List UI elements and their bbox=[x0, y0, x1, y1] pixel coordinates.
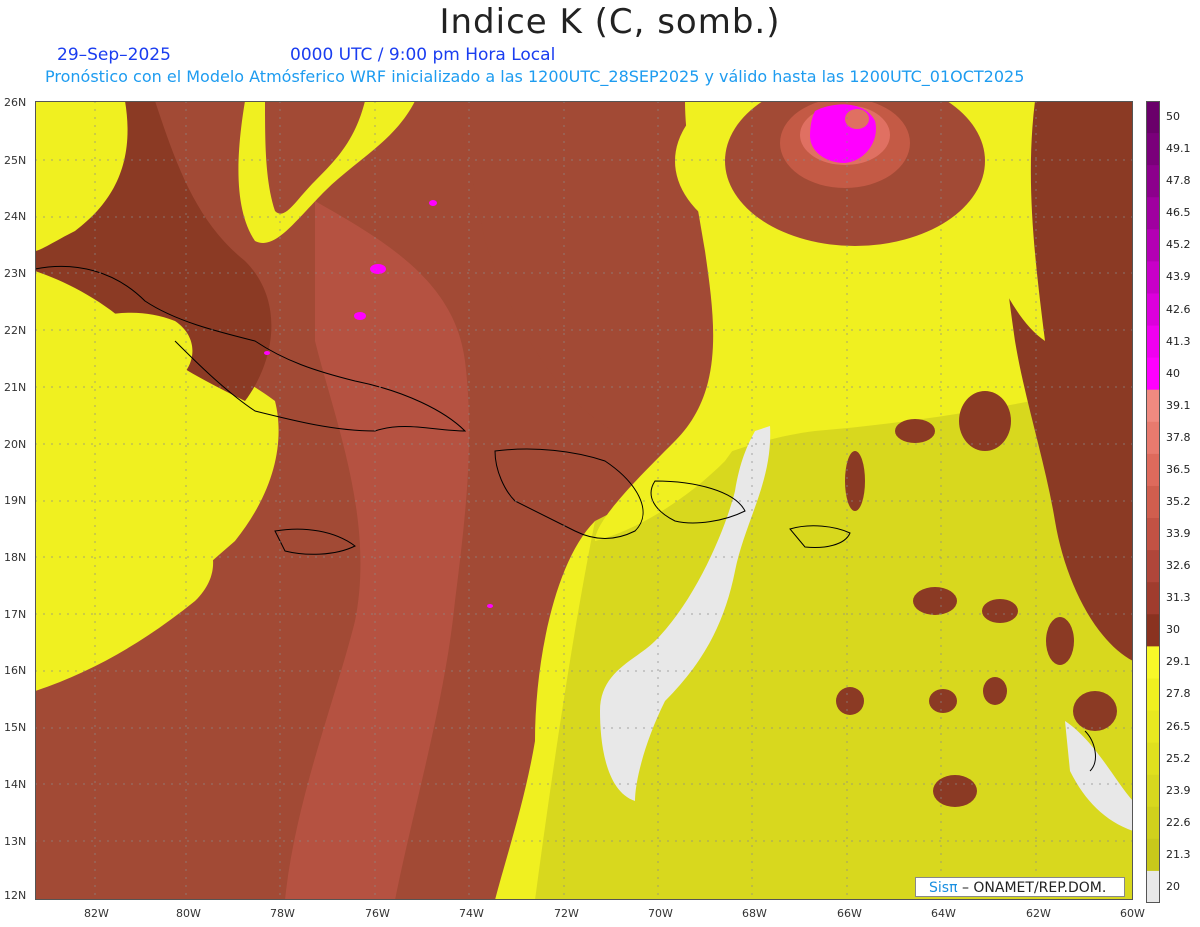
colorbar-label: 30 bbox=[1166, 623, 1180, 637]
lat-label: 25N bbox=[4, 154, 27, 167]
lat-label: 19N bbox=[4, 494, 27, 507]
colorbar-label: 23.9 bbox=[1166, 783, 1191, 797]
colorbar-swatch bbox=[1146, 453, 1160, 487]
colorbar-swatch bbox=[1146, 485, 1160, 519]
colorbar-label: 47.8 bbox=[1166, 174, 1191, 188]
lat-label: 12N bbox=[4, 889, 27, 902]
lat-label: 15N bbox=[4, 721, 27, 734]
lon-label: 66W bbox=[837, 907, 862, 920]
credit-text: – ONAMET/REP.DOM. bbox=[961, 880, 1107, 896]
colorbar-swatch bbox=[1146, 229, 1160, 262]
lon-label: 62W bbox=[1026, 907, 1051, 920]
colorbar-swatch bbox=[1146, 838, 1160, 872]
colorbar-swatch bbox=[1146, 197, 1160, 230]
hurricane-eye bbox=[845, 109, 869, 129]
lat-label: 24N bbox=[4, 210, 27, 223]
lat-label: 13N bbox=[4, 835, 27, 848]
colorbar-label: 37.8 bbox=[1166, 430, 1191, 444]
lon-label: 80W bbox=[176, 907, 201, 920]
colorbar-swatch bbox=[1146, 357, 1160, 391]
lat-label: 14N bbox=[4, 778, 27, 791]
colorbar-swatch bbox=[1146, 646, 1160, 679]
colorbar-swatch bbox=[1146, 101, 1160, 134]
colorbar-label: 22.6 bbox=[1166, 815, 1191, 829]
colorbar-swatch bbox=[1146, 421, 1160, 455]
lat-label: 26N bbox=[4, 96, 27, 109]
colorbar-label: 42.6 bbox=[1166, 302, 1191, 316]
k-index-map bbox=[35, 101, 1133, 900]
colorbar-label: 43.9 bbox=[1166, 270, 1191, 284]
colorbar-label: 27.8 bbox=[1166, 687, 1191, 701]
model-subtitle: Pronóstico con el Modelo Atmósferico WRF… bbox=[45, 67, 1025, 86]
colorbar-swatch bbox=[1146, 678, 1160, 712]
lon-label: 64W bbox=[931, 907, 956, 920]
colorbar bbox=[1146, 101, 1160, 903]
colorbar-swatch bbox=[1146, 614, 1160, 647]
lat-label: 20N bbox=[4, 438, 27, 451]
forecast-time: 0000 UTC / 9:00 pm Hora Local bbox=[290, 45, 556, 65]
colorbar-swatch bbox=[1146, 261, 1160, 294]
lat-label: 22N bbox=[4, 324, 27, 337]
colorbar-swatch bbox=[1146, 550, 1160, 583]
lat-label: 18N bbox=[4, 551, 27, 564]
colorbar-swatch bbox=[1146, 389, 1160, 423]
colorbar-swatch bbox=[1146, 325, 1160, 359]
map-title: Indice K (C, somb.) bbox=[439, 2, 781, 42]
colorbar-label: 45.2 bbox=[1166, 238, 1191, 252]
colorbar-swatch bbox=[1146, 582, 1160, 615]
colorbar-swatch bbox=[1146, 165, 1160, 198]
forecast-date: 29–Sep–2025 bbox=[57, 45, 171, 65]
lon-label: 76W bbox=[365, 907, 390, 920]
colorbar-swatch bbox=[1146, 518, 1160, 551]
colorbar-swatch bbox=[1146, 806, 1160, 840]
colorbar-label: 40 bbox=[1166, 366, 1180, 380]
lat-label: 17N bbox=[4, 608, 27, 621]
colorbar-label: 49.1 bbox=[1166, 142, 1191, 156]
colorbar-swatch bbox=[1146, 133, 1160, 166]
lon-label: 70W bbox=[648, 907, 673, 920]
colorbar-label: 46.5 bbox=[1166, 206, 1191, 220]
colorbar-label: 35.2 bbox=[1166, 495, 1191, 508]
lon-label: 68W bbox=[742, 907, 767, 920]
lon-label: 74W bbox=[459, 907, 484, 920]
lon-label: 72W bbox=[554, 907, 579, 920]
colorbar-label: 20 bbox=[1166, 879, 1180, 893]
colorbar-swatch bbox=[1146, 870, 1160, 903]
colorbar-label: 29.1 bbox=[1166, 655, 1191, 669]
colorbar-label: 25.2 bbox=[1166, 751, 1191, 765]
colorbar-label: 32.6 bbox=[1166, 559, 1191, 573]
colorbar-label: 31.3 bbox=[1166, 591, 1191, 605]
colorbar-swatch bbox=[1146, 742, 1160, 776]
colorbar-label: 39.1 bbox=[1166, 398, 1191, 412]
colorbar-label: 33.9 bbox=[1166, 527, 1191, 541]
credit-logo: Sisπ bbox=[929, 880, 958, 896]
colorbar-swatch bbox=[1146, 710, 1160, 744]
colorbar-swatch bbox=[1146, 774, 1160, 808]
colorbar-swatch bbox=[1146, 293, 1160, 327]
colorbar-label: 50 bbox=[1166, 110, 1180, 124]
lat-label: 16N bbox=[4, 664, 27, 677]
colorbar-label: 41.3 bbox=[1166, 334, 1191, 348]
colorbar-label: 26.5 bbox=[1166, 719, 1191, 733]
lat-label: 23N bbox=[4, 267, 27, 280]
colorbar-label: 36.5 bbox=[1166, 462, 1191, 476]
lon-label: 60W bbox=[1120, 907, 1145, 920]
lat-label: 21N bbox=[4, 381, 27, 394]
lon-label: 82W bbox=[84, 907, 109, 920]
lon-label: 78W bbox=[270, 907, 295, 920]
credit-box: Sisπ – ONAMET/REP.DOM. bbox=[915, 877, 1125, 897]
colorbar-label: 21.3 bbox=[1166, 847, 1191, 861]
